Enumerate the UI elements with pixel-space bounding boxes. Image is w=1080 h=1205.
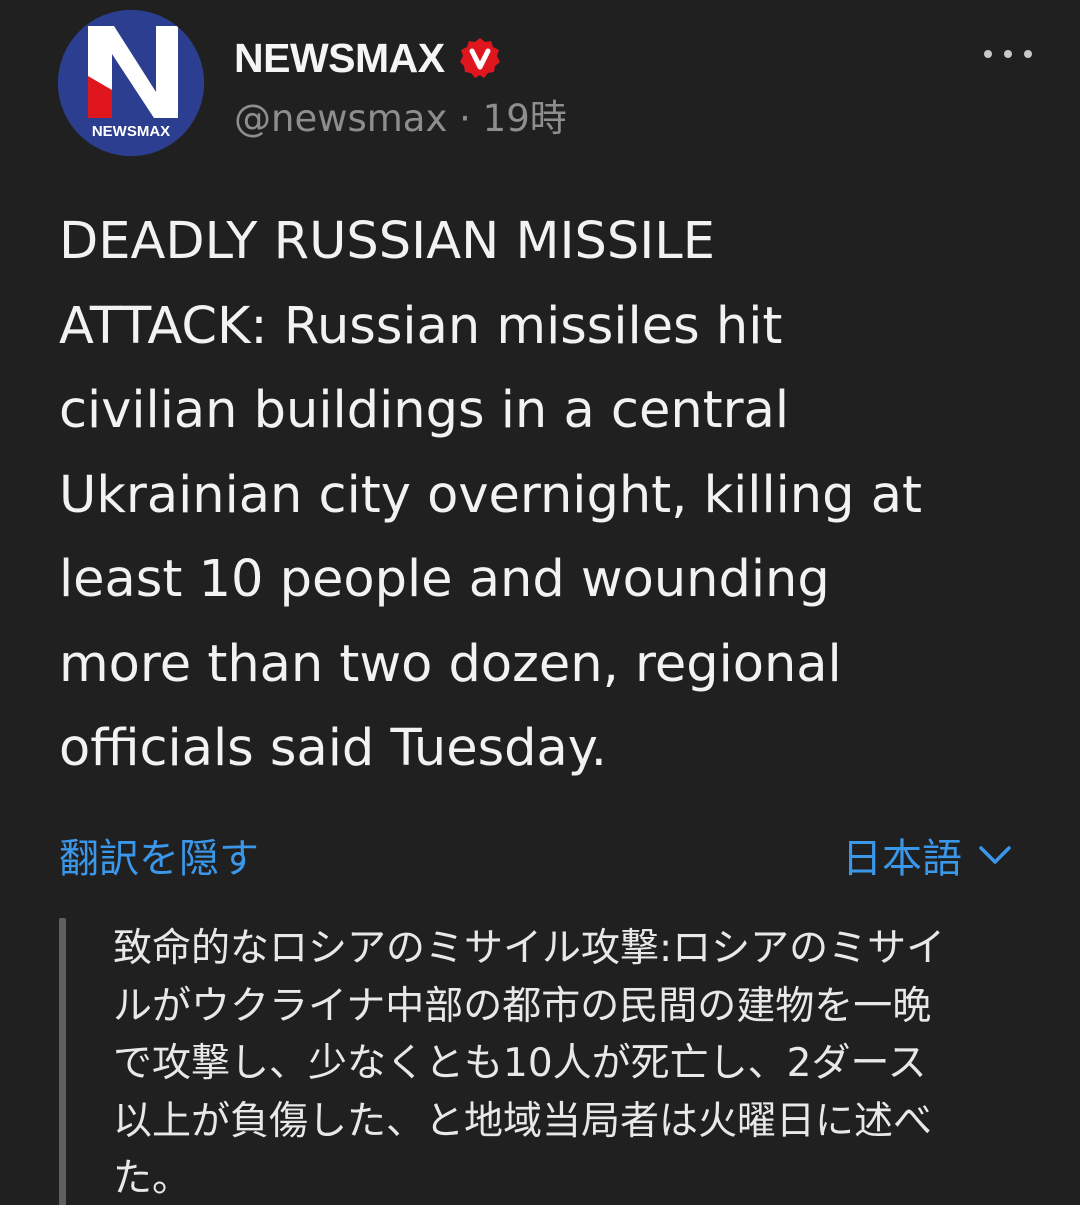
- verified-badge-icon: [459, 38, 500, 78]
- translated-text-line: ルがウクライナ中部の都市の民間の建物を一晩: [113, 983, 932, 1029]
- language-select[interactable]: 日本語: [842, 826, 1012, 884]
- meta-separator: ·: [459, 97, 471, 140]
- author-meta: @newsmax · 19時: [234, 88, 567, 142]
- newsmax-logo: NEWSMAX: [58, 10, 204, 156]
- author-handle[interactable]: @newsmax: [234, 97, 447, 140]
- author-name-row: NEWSMAX: [234, 34, 501, 82]
- translated-text-line: で攻撃し、少なくとも10人が死亡し、2ダース: [113, 1041, 927, 1086]
- avatar-text: NEWSMAX: [92, 123, 170, 140]
- more-options-button[interactable]: [984, 40, 1032, 68]
- translated-text: 致命的なロシアのミサイル攻撃:ロシアのミサイ ルがウクライナ中部の都市の民間の建…: [113, 920, 1013, 1205]
- language-label: 日本語: [842, 836, 962, 882]
- tweet-text-line: more than two dozen, regional: [59, 634, 842, 694]
- tweet-text-line: civilian buildings in a central: [59, 381, 790, 440]
- tweet-text-line: Ukrainian city overnight, killing at: [59, 465, 922, 525]
- tweet-text-line: least 10 people and wounding: [59, 550, 830, 609]
- hide-translation-button[interactable]: 翻訳を隠す: [59, 826, 259, 884]
- translated-text-line: 以上が負傷した、と地域当局者は火曜日に述べ: [113, 1098, 933, 1144]
- display-name[interactable]: NEWSMAX: [234, 35, 445, 82]
- tweet-text-line: officials said Tuesday.: [59, 719, 607, 778]
- post-time[interactable]: 19時: [483, 97, 567, 140]
- translated-text-line: た。: [113, 1156, 192, 1201]
- more-horizontal-icon: [984, 50, 992, 58]
- tweet-text-line: ATTACK: Russian missiles hit: [59, 296, 783, 356]
- tweet-text: DEADLY RUSSIAN MISSILE ATTACK: Russian m…: [59, 200, 1019, 792]
- translated-text-line: 致命的なロシアのミサイル攻撃:ロシアのミサイ: [113, 926, 946, 971]
- tweet-detail: NEWSMAX NEWSMAX @newsmax · 19時 DEADLY RU…: [0, 0, 1080, 1205]
- quote-bar: [59, 918, 66, 1205]
- translation-block: 致命的なロシアのミサイル攻撃:ロシアのミサイ ルがウクライナ中部の都市の民間の建…: [59, 918, 1019, 1205]
- avatar[interactable]: NEWSMAX: [58, 10, 204, 156]
- chevron-down-icon: [979, 846, 1011, 864]
- tweet-text-line: DEADLY RUSSIAN MISSILE: [59, 212, 715, 271]
